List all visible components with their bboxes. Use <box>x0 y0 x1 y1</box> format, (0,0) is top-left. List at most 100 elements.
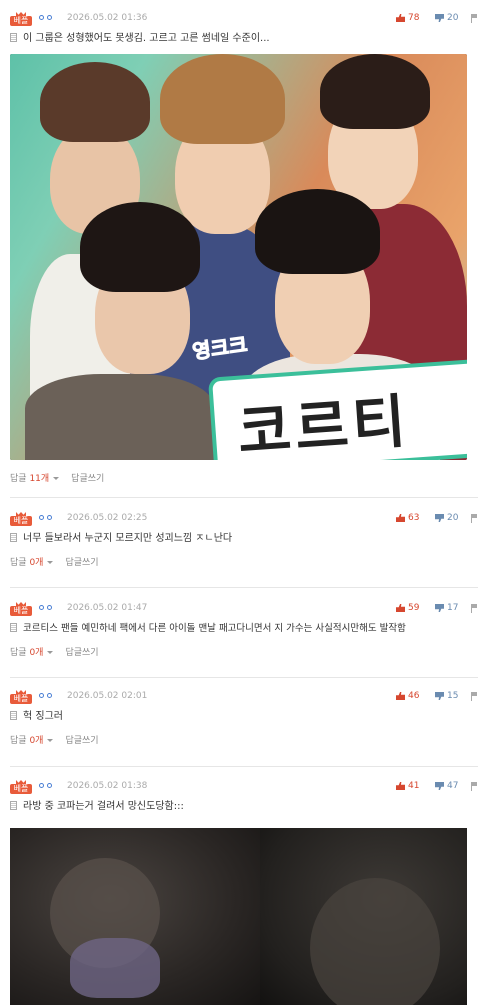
write-reply-button[interactable]: 답글쓰기 <box>65 736 98 746</box>
upvote-button[interactable]: 46 <box>396 691 419 701</box>
best-badge-label: 베플 <box>10 606 32 616</box>
write-reply-button[interactable]: 답글쓰기 <box>71 474 104 484</box>
reply-label[interactable]: 답글 <box>10 474 27 484</box>
upvote-button[interactable]: 78 <box>396 13 419 23</box>
best-badge: 베플 <box>10 12 32 26</box>
comment-meta: 베플 2026.05.02 02:01 46 15 <box>10 690 477 704</box>
divider <box>10 587 478 588</box>
person-hair <box>320 54 430 129</box>
comment-4: 베플 2026.05.02 02:01 46 15 헉 징그러 답글 0개 답글쓰… <box>10 690 477 748</box>
reply-label[interactable]: 답글 <box>10 558 27 568</box>
reply-label[interactable]: 답글 <box>10 736 27 746</box>
comment-2: 베플 2026.05.02 02:25 63 20 너무 들보라서 누군지 모르… <box>10 512 477 570</box>
comment-5: 베플 2026.05.02 01:38 41 47 라방 중 코파는거 걸려서 … <box>10 780 477 814</box>
thumbs-down-icon <box>435 604 444 612</box>
thumbs-down-icon <box>435 514 444 522</box>
best-badge: 베플 <box>10 780 32 794</box>
write-reply-button[interactable]: 답글쓰기 <box>65 648 98 658</box>
downvote-button[interactable]: 47 <box>435 781 458 791</box>
reply-count[interactable]: 0개 <box>29 558 43 568</box>
comment-meta: 베플 2026.05.02 01:38 41 47 <box>10 780 477 794</box>
comment-text-row: 너무 들보라서 누군지 모르지만 성괴느낌 ㅈㄴ난다 <box>10 532 476 546</box>
comment-date: 2026.05.02 01:38 <box>67 781 148 791</box>
comment-text: 라방 중 코파는거 걸려서 망신도당함::: <box>23 801 184 812</box>
comment-meta: 베플 2026.05.02 02:25 63 20 <box>10 512 477 526</box>
upvote-button[interactable]: 41 <box>396 781 419 791</box>
document-icon <box>10 711 17 720</box>
upvote-count: 78 <box>408 13 420 23</box>
upvote-count: 59 <box>408 603 420 613</box>
reply-count[interactable]: 0개 <box>29 648 43 658</box>
thumbs-up-icon <box>396 514 405 522</box>
divider <box>10 677 478 678</box>
comment-1-replies: 답글 11개 답글쓰기 <box>10 472 476 486</box>
report-flag-icon[interactable] <box>470 692 477 701</box>
comment-text-row: 이 그룹은 성형했어도 못생김. 고르고 고른 썸네일 수준이... <box>10 32 476 46</box>
downvote-button[interactable]: 20 <box>435 13 458 23</box>
user-level-icon <box>39 15 52 20</box>
downvote-count: 20 <box>447 513 459 523</box>
comment-text: 이 그룹은 성형했어도 못생김. 고르고 고른 썸네일 수준이... <box>23 33 270 44</box>
comment-photo-group[interactable]: 영크크 코르티 <box>10 54 467 460</box>
reply-label[interactable]: 답글 <box>10 648 27 658</box>
thumbs-down-icon <box>435 14 444 22</box>
thumbs-up-icon <box>396 14 405 22</box>
reply-row: 답글 11개 답글쓰기 <box>10 472 476 486</box>
upvote-button[interactable]: 63 <box>396 513 419 523</box>
downvote-button[interactable]: 17 <box>435 603 458 613</box>
comment-date: 2026.05.02 01:47 <box>67 603 148 613</box>
reply-row: 답글 0개 답글쓰기 <box>10 646 476 660</box>
upvote-button[interactable]: 59 <box>396 603 419 613</box>
person-hair <box>80 202 200 292</box>
comment-text-row: 코르티스 팬들 예민하네 팩에서 다른 아이돌 맨날 패고다니면서 지 가수는 … <box>10 622 476 636</box>
user-level-icon <box>39 515 52 520</box>
best-badge-label: 베플 <box>10 516 32 526</box>
document-icon <box>10 623 17 632</box>
downvote-count: 17 <box>447 603 459 613</box>
document-icon <box>10 533 17 542</box>
user-level-icon <box>39 605 52 610</box>
upvote-count: 46 <box>408 691 420 701</box>
upvote-count: 41 <box>408 781 420 791</box>
report-flag-icon[interactable] <box>470 14 477 23</box>
comment-photo-livestream[interactable] <box>10 828 467 1005</box>
comment-meta: 베플 2026.05.02 01:47 59 17 <box>10 602 477 616</box>
downvote-count: 20 <box>447 13 459 23</box>
best-badge: 베플 <box>10 690 32 704</box>
thumbs-up-icon <box>396 692 405 700</box>
best-badge-label: 베플 <box>10 784 32 794</box>
reply-row: 답글 0개 답글쓰기 <box>10 556 476 570</box>
chevron-down-icon[interactable] <box>47 738 54 742</box>
downvote-button[interactable]: 15 <box>435 691 458 701</box>
comment-3: 베플 2026.05.02 01:47 59 17 코르티스 팬들 예민하네 팩… <box>10 602 477 660</box>
comment-date: 2026.05.02 02:25 <box>67 513 148 523</box>
best-badge: 베플 <box>10 512 32 526</box>
chevron-down-icon[interactable] <box>53 476 60 480</box>
photo-caption-big: 코르티 <box>235 386 412 460</box>
report-flag-icon[interactable] <box>470 782 477 791</box>
comment-date: 2026.05.02 02:01 <box>67 691 148 701</box>
user-level-icon <box>39 783 52 788</box>
divider <box>10 497 478 498</box>
person-hair <box>160 54 285 144</box>
comment-date: 2026.05.02 01:36 <box>67 13 148 23</box>
write-reply-button[interactable]: 답글쓰기 <box>65 558 98 568</box>
thumbs-down-icon <box>435 782 444 790</box>
downvote-button[interactable]: 20 <box>435 513 458 523</box>
person-hair <box>255 189 380 274</box>
reply-count[interactable]: 0개 <box>29 736 43 746</box>
chevron-down-icon[interactable] <box>47 650 54 654</box>
comment-text-row: 헉 징그러 <box>10 710 476 724</box>
report-flag-icon[interactable] <box>470 604 477 613</box>
comment-text: 코르티스 팬들 예민하네 팩에서 다른 아이돌 맨날 패고다니면서 지 가수는 … <box>23 623 406 634</box>
report-flag-icon[interactable] <box>470 514 477 523</box>
chevron-down-icon[interactable] <box>47 560 54 564</box>
best-badge-label: 베플 <box>10 16 32 26</box>
document-icon <box>10 33 17 42</box>
reply-count[interactable]: 11개 <box>29 474 49 484</box>
comment-text: 헉 징그러 <box>23 711 63 722</box>
best-badge: 베플 <box>10 602 32 616</box>
comment-meta: 베플 2026.05.02 01:36 78 20 <box>10 12 477 26</box>
comment-text: 너무 들보라서 누군지 모르지만 성괴느낌 ㅈㄴ난다 <box>23 533 233 544</box>
thumbs-down-icon <box>435 692 444 700</box>
